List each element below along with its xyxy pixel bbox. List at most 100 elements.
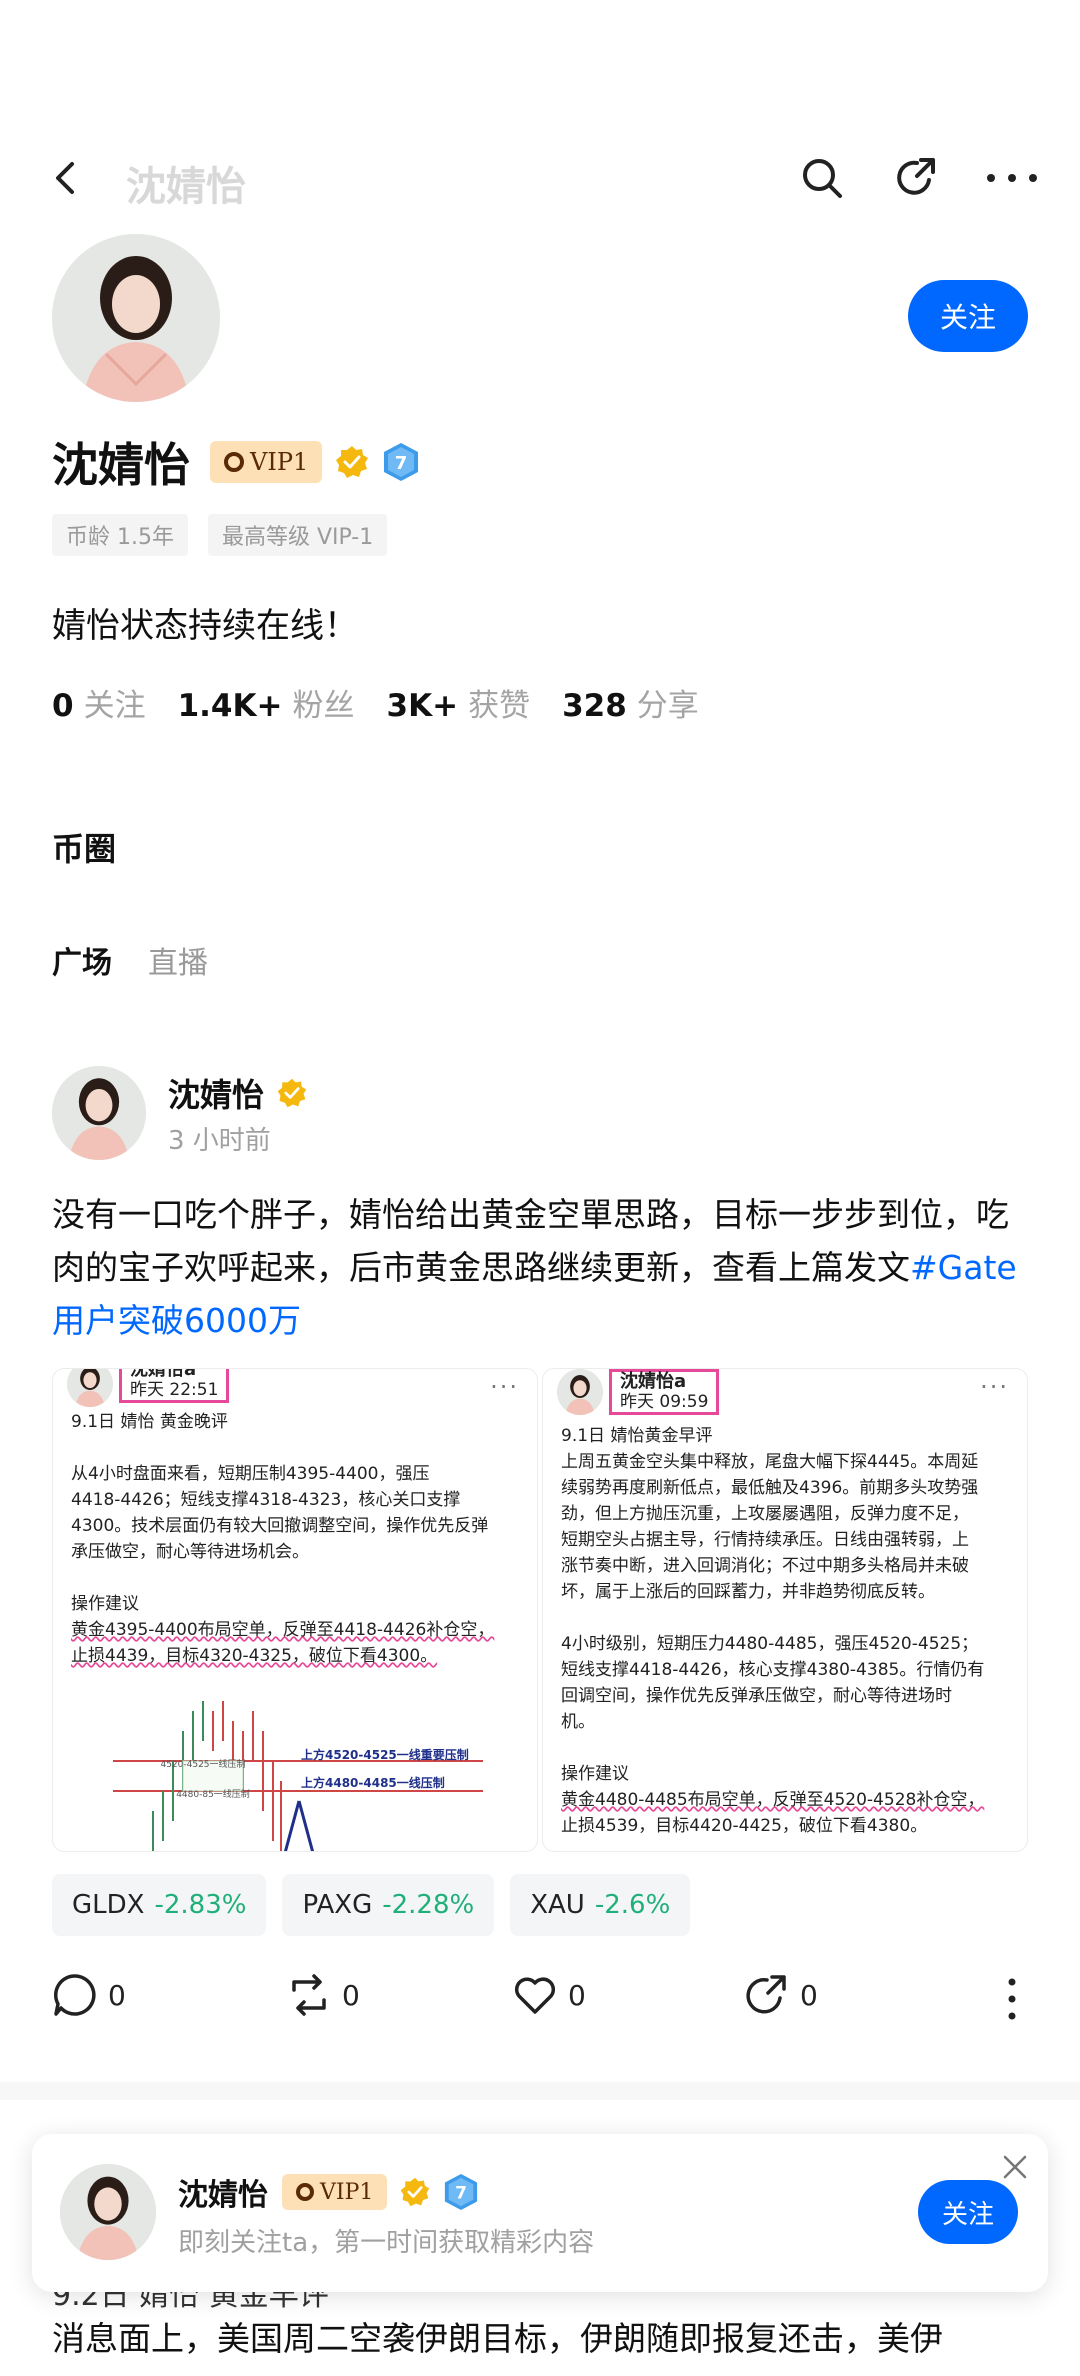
vip-mark-icon	[296, 2183, 314, 2201]
heart-icon	[514, 1977, 556, 2014]
image-author: 沈婧怡a	[130, 1368, 197, 1380]
follow-button[interactable]: 关注	[908, 280, 1028, 352]
stat-number: 3K+	[386, 688, 459, 724]
content-tabs: 广场 直播	[52, 938, 208, 982]
image-line: 短线支撑4418-4426，核心支撑4380-4385。行情仍有	[561, 1660, 985, 1680]
follow-prompt-card: 沈婧怡 VIP1 7 即刻关注ta，第一时间获取精彩内容 关注	[32, 2134, 1048, 2292]
image-more-icon: ···	[490, 1373, 519, 1401]
image-line: 机。	[561, 1712, 595, 1732]
tag-account-age: 币龄 1.5年	[52, 514, 188, 556]
vip-label: VIP1	[250, 448, 309, 476]
image-title: 9.1日 婧怡黄金早评	[561, 1426, 713, 1446]
share-icon[interactable]	[895, 156, 939, 200]
image-author: 沈婧怡a	[620, 1371, 687, 1392]
level-number: 7	[455, 2184, 467, 2204]
image-time: 昨天 09:59	[620, 1392, 709, 1412]
search-icon[interactable]	[800, 156, 844, 200]
stat-number: 0	[52, 688, 74, 724]
chart-label: 上方4520-4525一线重要压制	[301, 1747, 469, 1762]
verified-badge-icon	[277, 1078, 307, 1108]
image-advice-line: 止损4439，目标4320-4325，破位下看4300。	[71, 1646, 438, 1666]
stat-following[interactable]: 0 关注	[52, 680, 146, 725]
image-text: 9.1日 婧怡 黄金晚评 从4小时盘面来看，短期压制4395-4400，强压 4…	[71, 1409, 519, 1669]
image-avatar	[557, 1369, 603, 1415]
ticker-change: -2.28%	[382, 1890, 475, 1920]
ticker-gldx[interactable]: GLDX -2.83%	[52, 1874, 267, 1936]
image-name-box: 沈婧怡a 昨天 22:51	[119, 1368, 230, 1403]
tag-highest-level: 最高等级 VIP-1	[207, 514, 388, 556]
post-author-name[interactable]: 沈婧怡	[168, 1070, 264, 1116]
prompt-subtitle: 即刻关注ta，第一时间获取精彩内容	[178, 2228, 595, 2258]
image-time: 昨天 22:51	[130, 1380, 219, 1400]
verified-badge-icon	[336, 446, 369, 478]
verified-badge-icon	[401, 2177, 430, 2207]
stat-followers[interactable]: 1.4K+ 粉丝	[178, 680, 355, 725]
close-icon[interactable]	[1000, 2152, 1030, 2182]
post-text: 没有一口吃个胖子，婧怡给出黄金空單思路，目标一步步到位，吃肉的宝子欢呼起来，后市…	[52, 1195, 1009, 1287]
ticker-xau[interactable]: XAU -2.6%	[510, 1874, 691, 1936]
image-advice-title: 操作建议	[71, 1594, 139, 1614]
stat-number: 1.4K+	[177, 688, 283, 724]
share-count: 0	[800, 1978, 818, 2012]
top-title: 沈婧怡	[126, 164, 246, 210]
profile-avatar[interactable]	[52, 234, 220, 402]
vip-label: VIP1	[320, 2179, 374, 2205]
like-button[interactable]: 0	[512, 1972, 586, 2018]
image-line: 涨节奏中断，进入回调消化；不过中期多头格局并未破	[561, 1556, 969, 1576]
image-line: 4300。技术层面仍有较大回撤调整空间，操作优先反弹	[71, 1516, 489, 1536]
image-line: 从4小时盘面来看，短期压制4395-4400，强压	[71, 1464, 430, 1484]
ticker-symbol: PAXG	[302, 1890, 373, 1920]
tab-square[interactable]: 广场	[52, 938, 112, 982]
image-text: 9.1日 婧怡黄金早评 上周五黄金空头集中释放，尾盘大幅下探4445。本周延 续…	[561, 1423, 1009, 1839]
stat-label: 关注	[83, 688, 146, 724]
comment-button[interactable]: 0	[52, 1972, 126, 2018]
post-body[interactable]: 没有一口吃个胖子，婧怡给出黄金空單思路，目标一步步到位，吃肉的宝子欢呼起来，后市…	[52, 1188, 1032, 1347]
image-advice-line: 黄金4395-4400布局空单，反弹至4418-4426补仓空，	[71, 1620, 495, 1640]
ticker-row: GLDX -2.83% PAXG -2.28% XAU -2.6%	[52, 1874, 691, 1936]
share-post-button[interactable]: 0	[744, 1972, 818, 2018]
post-more-icon[interactable]	[1002, 1976, 1022, 2022]
repost-button[interactable]: 0	[286, 1972, 360, 2018]
prompt-avatar[interactable]	[60, 2164, 156, 2260]
tab-live[interactable]: 直播	[148, 938, 208, 982]
image-name-box: 沈婧怡a 昨天 09:59	[609, 1369, 720, 1415]
post-author-avatar[interactable]	[52, 1066, 146, 1160]
post-actions: 0 0 0 0	[52, 1972, 1032, 2028]
stat-label: 粉丝	[292, 688, 355, 724]
image-line: 坏，属于上涨后的回踩蓄力，并非趋势彻底反转。	[561, 1582, 935, 1602]
level-badge-icon: 7	[445, 2174, 478, 2210]
vip-mark-icon	[224, 452, 244, 472]
ticker-symbol: GLDX	[72, 1890, 145, 1920]
profile-stats: 0 关注 1.4K+ 粉丝 3K+ 获赞 328 分享	[52, 680, 699, 725]
next-post-text[interactable]: 消息面上，美国周二空袭伊朗目标，伊朗随即报复还击，美伊	[52, 2314, 1042, 2364]
like-count: 0	[568, 1978, 586, 2012]
profile-tags: 币龄 1.5年 最高等级 VIP-1	[52, 514, 388, 556]
top-bar: 沈婧怡	[0, 150, 1080, 210]
repost-count: 0	[342, 1978, 360, 2012]
stat-likes: 3K+ 获赞	[387, 680, 531, 725]
stat-label: 分享	[636, 688, 699, 724]
prompt-name-row: 沈婧怡 VIP1 7	[178, 2170, 479, 2214]
chart-label: 4520-4525一线压制	[160, 1758, 245, 1770]
profile-bio: 婧怡状态持续在线！	[52, 606, 358, 646]
stat-label: 获赞	[468, 688, 531, 724]
prompt-follow-button[interactable]: 关注	[918, 2180, 1018, 2244]
image-line: 回调空间，操作优先反弹承压做空，耐心等待进场时	[561, 1686, 952, 1706]
stat-number: 328	[562, 688, 627, 724]
repost-icon	[292, 1974, 326, 2016]
ticker-paxg[interactable]: PAXG -2.28%	[282, 1874, 495, 1936]
image-line: 承压做空，耐心等待进场机会。	[71, 1542, 309, 1562]
feed-divider	[0, 2082, 1080, 2100]
image-header: 沈婧怡a 昨天 09:59	[557, 1369, 720, 1415]
image-line: 4418-4426；短线支撑4318-4323，核心关口支撑	[71, 1490, 461, 1510]
stat-shares: 328 分享	[562, 680, 699, 725]
ticker-change: -2.83%	[154, 1890, 247, 1920]
image-line: 4小时级别，短期压力4480-4485，强压4520-4525；	[561, 1634, 979, 1654]
post-image-1[interactable]: 沈婧怡a 昨天 22:51 ··· 9.1日 婧怡 黄金晚评 从4小时盘面来看，短…	[52, 1368, 538, 1852]
post-image-2[interactable]: 沈婧怡a 昨天 09:59 ··· 9.1日 婧怡黄金早评 上周五黄金空头集中释放…	[542, 1368, 1028, 1852]
image-line: 劲，但上方抛压沉重，上攻屡屡遇阻，反弹力度不足，	[561, 1504, 969, 1524]
more-options-icon[interactable]	[985, 156, 1039, 200]
vip-badge[interactable]: VIP1	[210, 441, 323, 483]
prompt-name: 沈婧怡	[178, 2178, 268, 2213]
back-arrow-icon[interactable]	[48, 160, 84, 196]
